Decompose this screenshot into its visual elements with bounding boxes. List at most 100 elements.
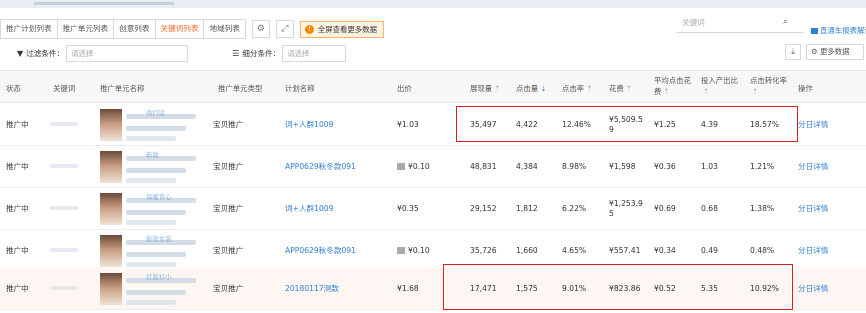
cost-cell: ¥1,598: [609, 162, 636, 171]
daily-detail-link[interactable]: 分日详情: [798, 246, 828, 256]
more-data-button[interactable]: ⚙ 更多数据: [806, 44, 864, 60]
col-roi[interactable]: 投入产出比 ⇡: [701, 75, 738, 97]
tab-keyword-list[interactable]: 关键词列表: [154, 19, 205, 39]
daily-detail-link[interactable]: 分日详情: [798, 120, 828, 130]
sort-icon: ⇡: [703, 87, 710, 96]
ctr-cell: 8.98%: [562, 162, 587, 171]
product-thumbnail[interactable]: [100, 273, 122, 305]
highlight-box-row-5: [443, 264, 793, 310]
col-unit-type: 推广单元类型: [218, 84, 263, 93]
conv-rate-cell: 1.38%: [750, 204, 775, 213]
clicks-cell: 1,812: [516, 204, 538, 213]
roi-cell: 0.68: [701, 204, 718, 213]
keyword-redacted: [50, 164, 78, 168]
col-ctr[interactable]: 点击率 ⇡: [562, 83, 592, 94]
daily-detail-link[interactable]: 分日详情: [798, 204, 828, 214]
unit-name-redacted: [126, 136, 176, 141]
filter-select[interactable]: 请选择: [66, 44, 189, 62]
unit-type-cell: 宝贝推广: [213, 120, 244, 129]
table-header: 状态 关键词 推广单元名称 推广单元类型 计划名称 出价 展现量 ⇡ 点击量 ⇣ 点…: [0, 70, 866, 103]
plan-name-link[interactable]: 20180117测款: [285, 284, 339, 294]
alert-icon: !: [304, 24, 314, 34]
ztc-report-label: 直通车报表解读: [820, 26, 866, 35]
ctr-cell: 4.65%: [562, 246, 587, 255]
gear-icon: ⚙: [811, 47, 820, 56]
app-icon: [397, 246, 405, 254]
unit-name-fragment[interactable]: 新款女装: [146, 234, 172, 243]
clicks-cell: 1,660: [516, 246, 538, 255]
plan-name-link[interactable]: APP0629秋冬款091: [285, 162, 356, 172]
unit-name-redacted: [126, 300, 176, 305]
col-avg-cpc[interactable]: 平均点击花费 ⇡: [654, 75, 691, 97]
unit-name-fragment[interactable]: 打底衫小: [146, 272, 172, 281]
unit-type-cell: 宝贝推广: [213, 162, 244, 171]
product-thumbnail[interactable]: [100, 235, 122, 267]
product-thumbnail[interactable]: [100, 109, 122, 141]
col-keyword: 关键词: [53, 84, 76, 93]
list-icon: ☰: [232, 48, 240, 58]
bid-cell[interactable]: ¥1.03: [397, 120, 419, 130]
ztc-report-link[interactable]: 直通车报表解读: [811, 25, 866, 36]
unit-name-redacted: [126, 220, 176, 225]
roi-cell: 1.03: [701, 162, 718, 171]
bid-cell[interactable]: ¥0.10: [397, 162, 430, 172]
unit-name-redacted: [126, 178, 176, 183]
tab-plan-list[interactable]: 推广计划列表: [0, 19, 58, 39]
sort-icon: ⇡: [752, 87, 759, 96]
unit-name-redacted: [126, 156, 196, 161]
sort-icon: ⇡: [625, 84, 632, 93]
col-plan-name: 计划名称: [285, 84, 315, 93]
col-impressions[interactable]: 展现量 ⇡: [470, 83, 500, 94]
bid-cell[interactable]: ¥1.68: [397, 284, 419, 294]
col-conv-rate[interactable]: 点击转化率 ⇡: [750, 75, 787, 97]
unit-name-redacted: [126, 210, 186, 215]
unit-name-fragment[interactable]: 新款: [146, 150, 159, 159]
col-cost[interactable]: 花费 ⇡: [609, 83, 632, 94]
clicks-cell: 4,384: [516, 162, 538, 171]
settings-icon[interactable]: ⚙: [251, 20, 270, 38]
col-clicks[interactable]: 点击量 ⇣: [516, 83, 546, 94]
search-icon[interactable]: ⌕: [783, 17, 788, 27]
filter-label: ▼ 过滤条件：: [17, 48, 65, 58]
unit-type-cell: 宝贝推广: [213, 284, 244, 293]
fullscreen-icon[interactable]: ⤢: [275, 20, 294, 38]
tab-unit-list[interactable]: 推广单元列表: [56, 19, 115, 39]
col-unit-name: 推广单元名称: [100, 84, 145, 93]
bid-cell[interactable]: ¥0.10: [397, 246, 430, 256]
cost-cell: ¥1,253.9 5: [609, 199, 643, 218]
fullscreen-notice-button[interactable]: ! 全屏查看更多数据: [299, 20, 384, 38]
unit-name-fragment[interactable]: 保暖背心: [146, 192, 172, 201]
sort-icon: ⇡: [494, 84, 501, 93]
tab-region-list[interactable]: 地域列表: [203, 19, 246, 39]
daily-detail-link[interactable]: 分日详情: [798, 284, 828, 294]
col-status: 状态: [6, 84, 21, 93]
filter-bar: ▼ 过滤条件： 请选择 ☰ 细分条件： 请选择: [0, 43, 866, 63]
keyword-redacted: [50, 122, 78, 126]
tab-creative-list[interactable]: 创意列表: [113, 19, 156, 39]
product-thumbnail[interactable]: [100, 151, 122, 183]
unit-type-cell: 宝贝推广: [213, 204, 244, 213]
impressions-cell: 29,152: [470, 204, 497, 213]
notice-text: 全屏查看更多数据: [317, 24, 377, 34]
download-icon[interactable]: ⤓: [785, 44, 801, 60]
unit-name-fragment[interactable]: 商打底: [146, 108, 165, 117]
sort-icon: ⇡: [663, 87, 670, 96]
unit-name-redacted: [126, 168, 186, 173]
breakdown-select[interactable]: 请选择: [282, 44, 347, 62]
unit-name-redacted: [126, 290, 186, 295]
plan-name-link[interactable]: 词+人群1009: [285, 120, 333, 130]
sort-icon: ⇡: [586, 84, 593, 93]
keyword-redacted: [50, 206, 78, 210]
tab-bar: 推广计划列表 推广单元列表 创意列表 关键词列表 地域列表 ⚙ ⤢ ! 全屏查看…: [0, 19, 384, 39]
status-cell: 推广中: [6, 246, 29, 255]
status-cell: 推广中: [6, 284, 29, 293]
daily-detail-link[interactable]: 分日详情: [798, 162, 828, 172]
plan-name-link[interactable]: 词+人群1009: [285, 204, 333, 214]
bid-cell[interactable]: ¥0.35: [397, 204, 419, 214]
top-breadcrumb-strip: [0, 0, 866, 8]
sort-active-icon: ⇣: [540, 84, 547, 93]
plan-name-link[interactable]: APP0629秋冬款091: [285, 246, 356, 256]
product-thumbnail[interactable]: [100, 193, 122, 225]
table-row: 推广中 新款 宝贝推广 APP0629秋冬款091 ¥0.10 48,831 4,384 8.…: [0, 146, 866, 188]
status-cell: 推广中: [6, 204, 29, 213]
